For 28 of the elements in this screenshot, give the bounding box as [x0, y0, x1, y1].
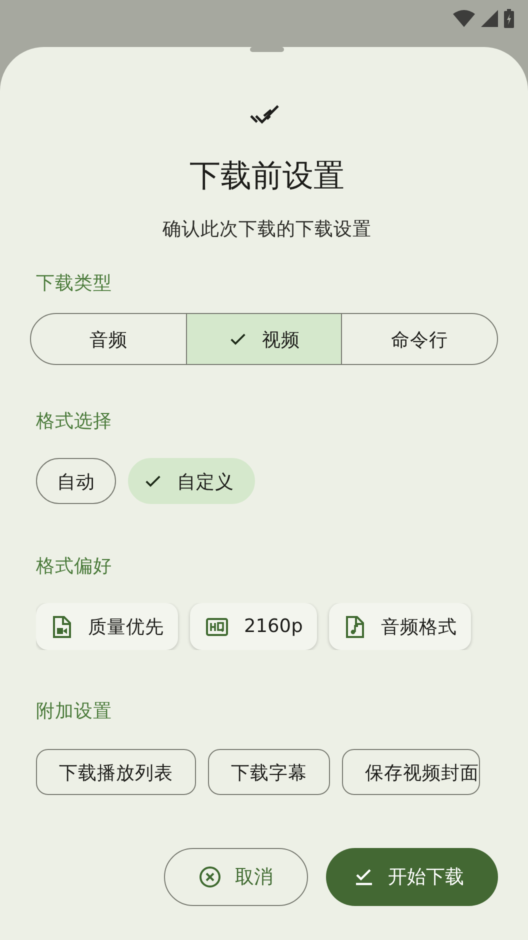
download-done-icon: [354, 867, 374, 887]
start-download-button[interactable]: 开始下载: [326, 848, 498, 906]
option-chip[interactable]: 下载播放列表: [36, 749, 196, 795]
section-label: 格式选择: [36, 410, 113, 434]
dialog-title: 下载前设置: [188, 157, 346, 196]
drag-handle[interactable]: [250, 47, 284, 52]
dialog-subtitle: 确认此次下载的下载设置: [162, 218, 372, 242]
preference-chip[interactable]: 音频格式: [328, 603, 471, 650]
preference-chip[interactable]: 2160p: [190, 603, 317, 650]
video-file-icon: [52, 616, 72, 638]
wifi-icon: [453, 9, 475, 27]
cancel-button[interactable]: 取消: [164, 848, 308, 906]
cancel-icon: [199, 866, 221, 888]
hq-icon: [206, 618, 228, 636]
battery-icon: [504, 8, 514, 28]
segment-button[interactable]: 音频: [31, 314, 186, 364]
section-label: 格式偏好: [36, 555, 113, 579]
section-label: 下载类型: [36, 272, 113, 296]
segment-button[interactable]: 命令行: [341, 314, 497, 364]
audio-file-icon: [344, 616, 365, 638]
filter-chip[interactable]: 自定义: [128, 458, 255, 504]
segment-button[interactable]: 视频: [186, 314, 342, 364]
section-label: 附加设置: [36, 700, 113, 724]
option-chip[interactable]: 保存视频封面: [342, 749, 480, 795]
signal-icon: [481, 10, 498, 26]
option-chip[interactable]: 下载字幕: [208, 749, 330, 795]
preference-chip[interactable]: 质量优先: [36, 603, 178, 650]
filter-chip[interactable]: 自动: [36, 458, 116, 504]
